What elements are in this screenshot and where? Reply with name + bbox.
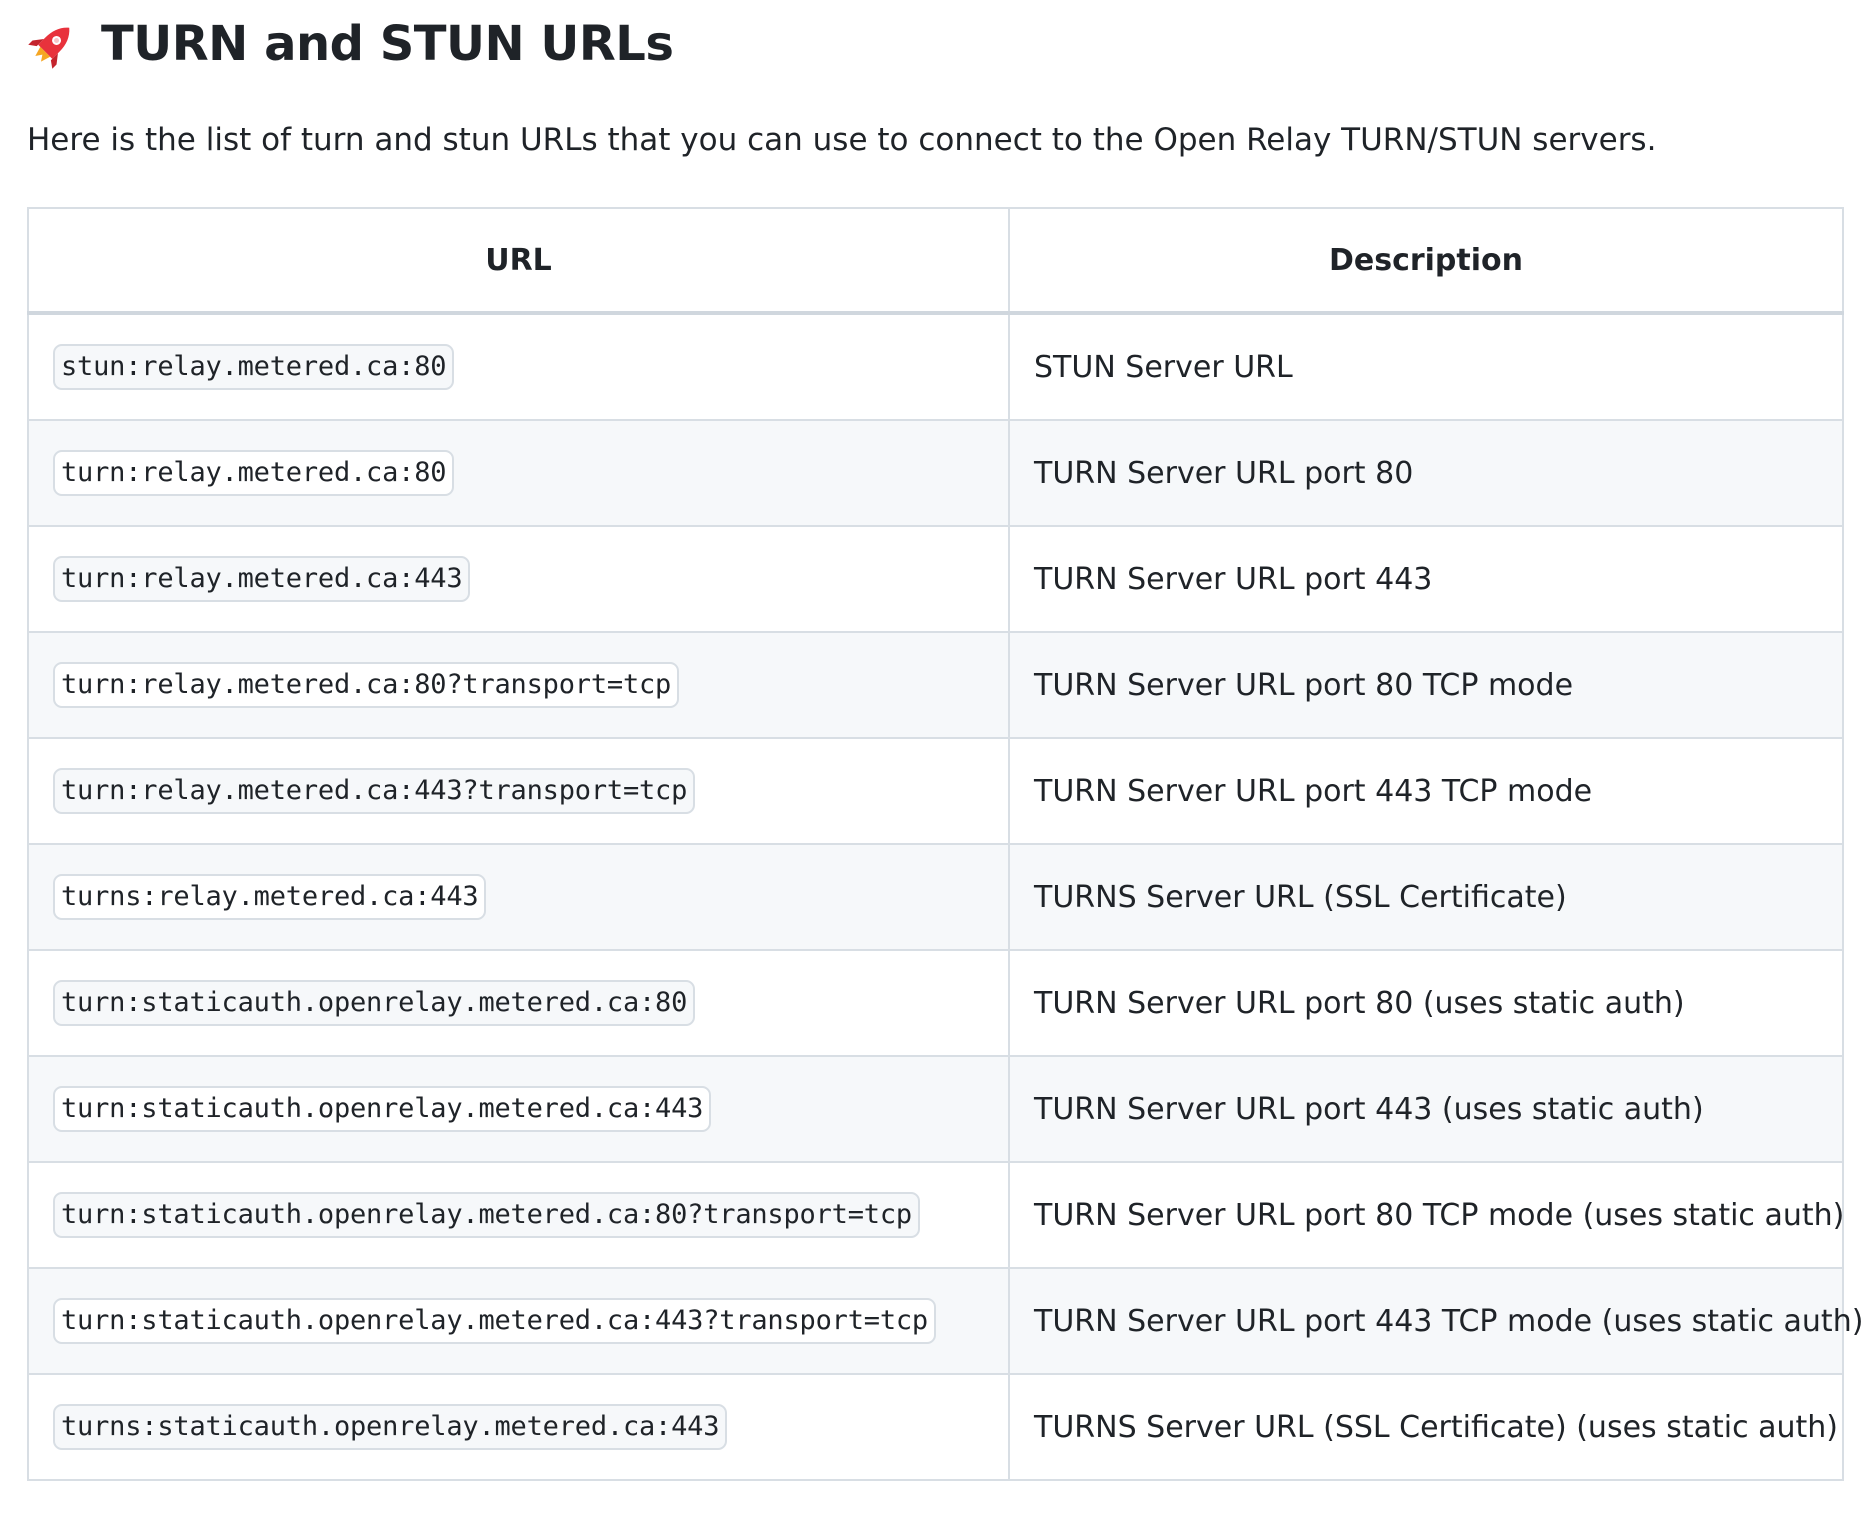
description-cell: TURNS Server URL (SSL Certificate) (uses…: [1008, 1373, 1844, 1481]
table-row: stun:relay.metered.ca:80 STUN Server URL: [27, 312, 1844, 421]
url-cell: turns:relay.metered.ca:443: [27, 843, 1010, 951]
url-cell: turn:relay.metered.ca:80: [27, 419, 1010, 527]
url-code[interactable]: turns:staticauth.openrelay.metered.ca:44…: [53, 1404, 728, 1450]
table-header-row: URL Description: [27, 207, 1844, 315]
description-cell: TURN Server URL port 80: [1008, 419, 1844, 527]
description-cell: TURN Server URL port 443 TCP mode: [1008, 737, 1844, 845]
url-cell: turn:staticauth.openrelay.metered.ca:80?…: [27, 1161, 1010, 1269]
description-cell: TURN Server URL port 80 (uses static aut…: [1008, 949, 1844, 1057]
url-cell: turn:relay.metered.ca:80?transport=tcp: [27, 631, 1010, 739]
rocket-icon: [27, 18, 79, 70]
description-cell: TURN Server URL port 443: [1008, 525, 1844, 633]
table-row: turn:relay.metered.ca:80?transport=tcp T…: [27, 631, 1844, 739]
description-cell: TURNS Server URL (SSL Certificate): [1008, 843, 1844, 951]
table-row: turns:relay.metered.ca:443 TURNS Server …: [27, 843, 1844, 951]
url-cell: stun:relay.metered.ca:80: [27, 312, 1010, 421]
url-code[interactable]: turn:staticauth.openrelay.metered.ca:80: [53, 980, 696, 1026]
url-code[interactable]: stun:relay.metered.ca:80: [53, 344, 455, 390]
page-title: TURN and STUN URLs: [101, 16, 674, 72]
table-row: turn:staticauth.openrelay.metered.ca:443…: [27, 1267, 1863, 1375]
column-header-url: URL: [27, 207, 1010, 315]
url-cell: turns:staticauth.openrelay.metered.ca:44…: [27, 1373, 1010, 1481]
url-cell: turn:staticauth.openrelay.metered.ca:443…: [27, 1267, 1010, 1375]
url-cell: turn:staticauth.openrelay.metered.ca:443: [27, 1055, 1010, 1163]
url-code[interactable]: turn:relay.metered.ca:80: [53, 450, 455, 496]
url-code[interactable]: turn:relay.metered.ca:80?transport=tcp: [53, 662, 680, 708]
table-row: turn:staticauth.openrelay.metered.ca:80 …: [27, 949, 1844, 1057]
table-row: turn:relay.metered.ca:443?transport=tcp …: [27, 737, 1844, 845]
table-row: turn:relay.metered.ca:80 TURN Server URL…: [27, 419, 1844, 527]
url-cell: turn:relay.metered.ca:443?transport=tcp: [27, 737, 1010, 845]
url-cell: turn:staticauth.openrelay.metered.ca:80: [27, 949, 1010, 1057]
description-cell: TURN Server URL port 443 (uses static au…: [1008, 1055, 1844, 1163]
column-header-description: Description: [1008, 207, 1844, 315]
table-row: turns:staticauth.openrelay.metered.ca:44…: [27, 1373, 1844, 1481]
description-cell: STUN Server URL: [1008, 312, 1844, 421]
urls-table: URL Description stun:relay.metered.ca:80…: [27, 207, 1863, 1481]
url-code[interactable]: turn:staticauth.openrelay.metered.ca:443: [53, 1086, 712, 1132]
description-cell: TURN Server URL port 80 TCP mode (uses s…: [1008, 1161, 1844, 1269]
url-code[interactable]: turns:relay.metered.ca:443: [53, 874, 487, 920]
table-row: turn:staticauth.openrelay.metered.ca:80?…: [27, 1161, 1844, 1269]
table-row: turn:staticauth.openrelay.metered.ca:443…: [27, 1055, 1844, 1163]
description-cell: TURN Server URL port 80 TCP mode: [1008, 631, 1844, 739]
table-row: turn:relay.metered.ca:443 TURN Server UR…: [27, 525, 1844, 633]
url-cell: turn:relay.metered.ca:443: [27, 525, 1010, 633]
url-code[interactable]: turn:staticauth.openrelay.metered.ca:443…: [53, 1298, 936, 1344]
description-cell: TURN Server URL port 443 TCP mode (uses …: [1008, 1267, 1863, 1375]
url-code[interactable]: turn:staticauth.openrelay.metered.ca:80?…: [53, 1192, 920, 1238]
url-code[interactable]: turn:relay.metered.ca:443: [53, 556, 471, 602]
document-page: TURN and STUN URLs Here is the list of t…: [27, 0, 1863, 1481]
url-code[interactable]: turn:relay.metered.ca:443?transport=tcp: [53, 768, 696, 814]
section-heading: TURN and STUN URLs: [27, 0, 1842, 88]
intro-paragraph: Here is the list of turn and stun URLs t…: [27, 122, 1657, 158]
